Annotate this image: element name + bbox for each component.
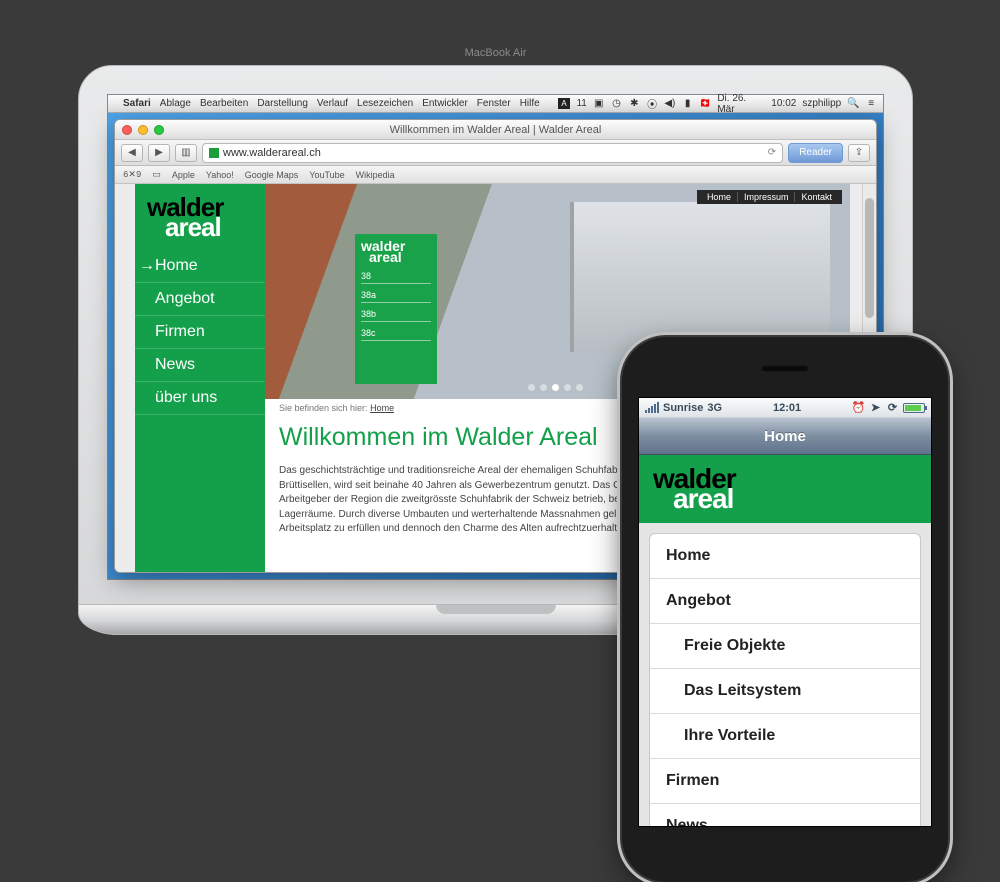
nav-item-firmen[interactable]: Firmen — [135, 316, 265, 349]
menubar-item[interactable]: Lesezeichen — [357, 98, 413, 109]
menubar-time[interactable]: 10:02 — [771, 98, 796, 109]
ios-navbar: Home — [639, 417, 931, 455]
forward-button[interactable]: ▶ — [148, 144, 170, 162]
favicon-icon — [209, 148, 219, 158]
navbar-title: Home — [764, 428, 806, 445]
iphone-speaker — [761, 365, 809, 372]
nav-item-home[interactable]: Home — [135, 250, 265, 283]
menubar-item[interactable]: Bearbeiten — [200, 98, 248, 109]
window-title: Willkommen im Walder Areal | Walder Area… — [390, 124, 602, 136]
status-time: 12:01 — [773, 402, 801, 414]
menubar-date[interactable]: Di. 26. Mär — [717, 93, 765, 115]
sign-row: 38a — [361, 288, 431, 303]
header-links: Home Impressum Kontakt — [697, 190, 842, 204]
menu-item-vorteile[interactable]: Ihre Vorteile — [650, 714, 920, 759]
menubar-status-area: A 11 ▣ ◷ ✱ ⦿ ◀) ▮ 🇨🇭 Di. 26. Mär 10:02 s… — [558, 93, 877, 115]
location-icon: ➤ — [869, 401, 882, 414]
sidebar-nav: Home Angebot Firmen News über uns — [135, 244, 265, 415]
reader-button[interactable]: Reader — [788, 143, 843, 163]
carrier-label: Sunrise — [663, 402, 703, 414]
menu-item-home[interactable]: Home — [650, 534, 920, 579]
wifi-icon[interactable]: ⦿ — [646, 98, 658, 110]
menubar-item[interactable]: Hilfe — [520, 98, 540, 109]
menubar-item[interactable]: Fenster — [477, 98, 511, 109]
signal-icon — [645, 402, 659, 413]
menubar-item[interactable]: Verlauf — [317, 98, 348, 109]
breadcrumb-prefix: Sie befinden sich hier: — [279, 403, 368, 413]
logo-line2: areal — [165, 212, 253, 243]
hero-sign: walder areal 38 38a 38b 38c — [355, 234, 437, 384]
bookmark-link[interactable]: Yahoo! — [206, 170, 234, 180]
dropbox-icon[interactable]: ▣ — [593, 98, 605, 110]
nav-item-ueberuns[interactable]: über uns — [135, 382, 265, 415]
macos-menubar: Safari Ablage Bearbeiten Darstellung Ver… — [108, 95, 883, 113]
sign-row: 38b — [361, 307, 431, 322]
share-button[interactable]: ⇪ — [848, 144, 870, 162]
header-link-impressum[interactable]: Impressum — [737, 192, 795, 202]
alarm-icon: ⏰ — [852, 401, 865, 414]
sidebar: Home Angebot Firmen News über uns — [135, 244, 265, 572]
adobe-icon[interactable]: A — [558, 98, 571, 109]
flag-icon[interactable]: 🇨🇭 — [700, 98, 712, 110]
scrollbar-thumb[interactable] — [865, 198, 874, 318]
url-field[interactable]: www.walderareal.ch ⟳ — [202, 143, 783, 163]
notification-center-icon[interactable]: ≡ — [865, 98, 877, 110]
tab-grid-button[interactable]: 6✕9 — [123, 170, 141, 180]
breadcrumb-link[interactable]: Home — [370, 403, 394, 413]
spotlight-icon[interactable]: 🔍 — [847, 98, 859, 110]
rotation-lock-icon: ⟳ — [886, 401, 899, 414]
nav-item-news[interactable]: News — [135, 349, 265, 382]
url-text: www.walderareal.ch — [223, 147, 321, 159]
zoom-window-button[interactable] — [154, 125, 164, 135]
menubar-item[interactable]: Darstellung — [257, 98, 308, 109]
bookmarks-button[interactable]: ▥ — [175, 144, 197, 162]
safari-titlebar[interactable]: Willkommen im Walder Areal | Walder Area… — [115, 120, 876, 140]
menubar-app-name[interactable]: Safari — [123, 98, 151, 109]
notification-count[interactable]: 11 — [576, 98, 586, 109]
menubar-item[interactable]: Ablage — [160, 98, 191, 109]
macbook-brand-label: MacBook Air — [465, 47, 527, 59]
menu-item-leitsystem[interactable]: Das Leitsystem — [650, 669, 920, 714]
iphone-body: Sunrise 3G 12:01 ⏰ ➤ ⟳ Home walder areal — [622, 337, 948, 882]
ios-statusbar: Sunrise 3G 12:01 ⏰ ➤ ⟳ — [639, 398, 931, 417]
site-logo[interactable]: walder areal — [135, 184, 265, 249]
sign-logo-line2: areal — [369, 251, 431, 264]
battery-icon[interactable]: ▮ — [682, 98, 694, 110]
nav-item-angebot[interactable]: Angebot — [135, 283, 265, 316]
back-button[interactable]: ◀ — [121, 144, 143, 162]
menu-item-firmen[interactable]: Firmen — [650, 759, 920, 804]
time-machine-icon[interactable]: ◷ — [611, 98, 623, 110]
sign-row: 38c — [361, 326, 431, 341]
bookmark-link[interactable]: Apple — [172, 170, 195, 180]
hero-building — [570, 202, 830, 352]
header-link-kontakt[interactable]: Kontakt — [794, 192, 838, 202]
volume-icon[interactable]: ◀) — [664, 98, 676, 110]
reload-icon[interactable]: ⟳ — [768, 147, 776, 158]
mobile-menu: Home Angebot Freie Objekte Das Leitsyste… — [649, 533, 921, 826]
iphone-device: Sunrise 3G 12:01 ⏰ ➤ ⟳ Home walder areal — [622, 337, 948, 882]
safari-toolbar: ◀ ▶ ▥ www.walderareal.ch ⟳ Reader ⇪ — [115, 140, 876, 166]
reading-list-icon[interactable]: ▭ — [152, 169, 161, 180]
sign-row: 38 — [361, 269, 431, 284]
bookmark-link[interactable]: Google Maps — [245, 170, 299, 180]
slideshow-dots[interactable] — [528, 384, 583, 391]
menu-item-news[interactable]: News — [650, 804, 920, 826]
logo-line2: areal — [673, 483, 917, 515]
bookmarks-bar: 6✕9 ▭ Apple Yahoo! Google Maps YouTube W… — [115, 166, 876, 184]
minimize-window-button[interactable] — [138, 125, 148, 135]
menubar-item[interactable]: Entwickler — [422, 98, 468, 109]
iphone-screen: Sunrise 3G 12:01 ⏰ ➤ ⟳ Home walder areal — [638, 397, 932, 827]
mobile-logo[interactable]: walder areal — [639, 455, 931, 523]
mobile-page: walder areal Home Angebot Freie Objekte … — [639, 455, 931, 826]
battery-icon — [903, 403, 925, 413]
bookmark-link[interactable]: YouTube — [309, 170, 344, 180]
menubar-user[interactable]: szphilipp — [802, 98, 841, 109]
menu-item-freie-objekte[interactable]: Freie Objekte — [650, 624, 920, 669]
network-label: 3G — [707, 402, 722, 414]
header-link-home[interactable]: Home — [701, 192, 737, 202]
menu-item-angebot[interactable]: Angebot — [650, 579, 920, 624]
bluetooth-icon[interactable]: ✱ — [628, 98, 640, 110]
close-window-button[interactable] — [122, 125, 132, 135]
bookmark-link[interactable]: Wikipedia — [356, 170, 395, 180]
